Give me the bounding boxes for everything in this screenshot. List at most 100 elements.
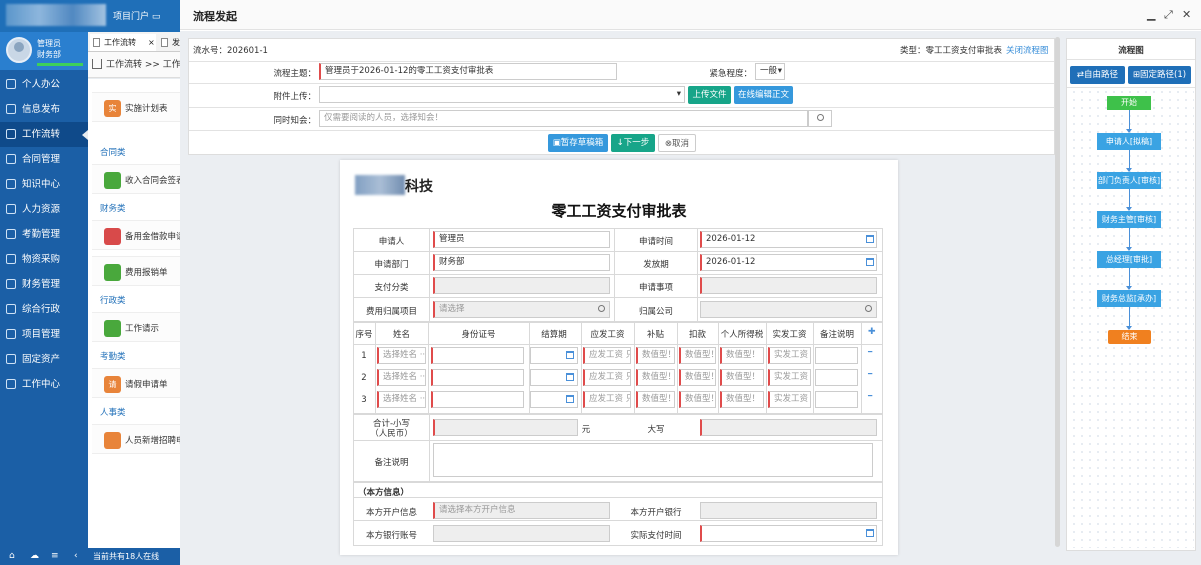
collapse-icon[interactable]: ‹ [74,551,78,561]
deduction-input[interactable]: 数值型！ [679,369,716,386]
remove-row-icon[interactable]: ━ [868,348,872,356]
subject-input[interactable]: 管理员于2026-01-12的零工工资支付审批表 [319,63,617,80]
close-flowchart-link[interactable]: 关闭流程图 [1006,44,1049,56]
nav-item-2[interactable]: 信息发布 [0,97,88,122]
online-edit-button[interactable]: 在线编辑正文 [734,86,793,104]
list-item[interactable]: 实实施计划表 [92,92,180,122]
company-select[interactable] [700,301,877,318]
list-item[interactable]: 收入合同会签表 [92,164,185,194]
net-pay-input[interactable]: 实发工资 只 [768,369,811,386]
list-item[interactable]: 备用金借款申请 [92,220,185,250]
income-tax-input[interactable]: 数值型！ [720,347,764,364]
nav-item-10[interactable]: 综合行政 [0,297,88,322]
deduction-input[interactable]: 数值型！ [679,347,716,364]
list-item[interactable]: 请请假申请单 [92,368,180,398]
income-tax-input[interactable]: 数值型！ [720,391,764,408]
name-select[interactable]: 选择姓名 ··· [377,369,426,386]
flow-node[interactable]: 部门负责人[审核] [1097,172,1161,189]
dept-input[interactable]: 财务部 [433,254,610,271]
bank-input[interactable] [700,502,877,519]
apply-time-input[interactable]: 2026-01-12 [700,231,877,248]
flow-node[interactable]: 结束 [1108,330,1151,344]
remark-input[interactable] [815,369,858,386]
subsidy-input[interactable]: 数值型！ [636,369,675,386]
remark-input[interactable] [815,347,858,364]
bank-account-input[interactable] [433,525,610,542]
calendar-icon[interactable] [866,235,874,243]
id-number-input[interactable] [431,369,524,386]
flow-node[interactable]: 开始 [1107,96,1151,110]
name-select[interactable]: 选择姓名 ··· [377,391,426,408]
actual-time-input[interactable] [700,525,877,542]
gross-pay-input[interactable]: 应发工资 只 [583,347,631,364]
free-path-button[interactable]: ⇄自由路径 [1070,66,1125,84]
remove-row-icon[interactable]: ━ [868,392,872,400]
nav-item-12[interactable]: 固定资产 [0,347,88,372]
search-icon[interactable] [865,305,872,312]
income-tax-input[interactable]: 数值型！ [720,369,764,386]
flow-node[interactable]: 总经理[审批] [1097,251,1161,268]
close-icon[interactable]: ✕ [1182,8,1191,21]
calendar-icon[interactable] [566,373,574,381]
maximize-icon[interactable]: ⤢ [1164,8,1173,22]
save-draft-button[interactable]: ▣暂存草稿箱 [548,134,608,152]
nav-item-7[interactable]: 考勤管理 [0,222,88,247]
id-number-input[interactable] [431,347,524,364]
home-icon[interactable]: ⌂ [9,551,15,561]
scrollbar[interactable] [1055,37,1060,547]
gross-pay-input[interactable]: 应发工资 只 [583,369,631,386]
close-icon[interactable]: × [148,34,155,51]
nav-item-5[interactable]: 知识中心 [0,172,88,197]
calendar-icon[interactable] [866,258,874,266]
calendar-icon[interactable] [566,395,574,403]
nav-item-9[interactable]: 财务管理 [0,272,88,297]
cost-project-select[interactable]: 请选择 [433,301,610,318]
calendar-icon[interactable] [566,351,574,359]
net-pay-input[interactable]: 实发工资 只 [768,391,811,408]
list-item[interactable]: 工作请示 [92,312,180,342]
flow-node[interactable]: 财务总监[承办] [1097,290,1161,307]
account-select[interactable]: 请选择本方开户信息 [433,502,610,519]
tab-launch[interactable]: 发起 [158,34,180,51]
total-input[interactable] [433,419,578,436]
urgency-select[interactable]: 一般 ▾ [755,63,785,80]
deduction-input[interactable]: 数值型！ [679,391,716,408]
remove-row-icon[interactable]: ━ [868,370,872,378]
nav-item-1[interactable]: 个人办公 [0,72,88,97]
gross-pay-input[interactable]: 应发工资 只 [583,391,631,408]
nav-item-4[interactable]: 合同管理 [0,147,88,172]
cloud-icon[interactable]: ☁ [30,551,39,561]
remark-input[interactable] [815,391,858,408]
attach-select[interactable]: ▾ [319,86,685,103]
search-button[interactable] [808,110,832,127]
subsidy-input[interactable]: 数值型！ [636,391,675,408]
remark-textarea[interactable] [433,443,873,477]
list-item[interactable]: 费用报销单 [92,256,180,286]
project-portal-link[interactable]: 项目门户 ▭ [113,9,160,22]
nav-item-13[interactable]: 工作中心 [0,372,88,397]
add-row-icon[interactable]: ✚ [868,327,876,337]
applicant-input[interactable]: 管理员 [433,231,610,248]
nav-item-6[interactable]: 人力资源 [0,197,88,222]
cancel-button[interactable]: ⊗取消 [658,134,696,152]
flow-node[interactable]: 财务主管[审核] [1097,211,1161,228]
upload-file-button[interactable]: 上传文件 [688,86,731,104]
nav-item-3[interactable]: 工作流转 [0,122,88,147]
list-item[interactable]: 人员新增招聘申 [92,424,185,454]
pay-category-select[interactable] [433,277,610,294]
avatar[interactable] [6,37,32,63]
next-step-button[interactable]: ↓下一步 [611,134,655,152]
search-icon[interactable] [598,305,605,312]
notify-input[interactable]: 仅需要阅读的人员，选择知会！ [319,110,808,127]
calendar-icon[interactable] [866,529,874,537]
apply-item-select[interactable] [700,277,877,294]
subsidy-input[interactable]: 数值型！ [636,347,675,364]
minimize-icon[interactable]: ▁ [1147,8,1155,21]
nav-item-8[interactable]: 物资采购 [0,247,88,272]
menu-icon[interactable]: ≡ [51,551,59,561]
flow-node[interactable]: 申请人[拟稿] [1097,133,1161,150]
name-select[interactable]: 选择姓名 ··· [377,347,426,364]
daxie-input[interactable] [700,419,877,436]
fixed-path-button[interactable]: ⊞固定路径(1) [1128,66,1191,84]
net-pay-input[interactable]: 实发工资 只 [768,347,811,364]
